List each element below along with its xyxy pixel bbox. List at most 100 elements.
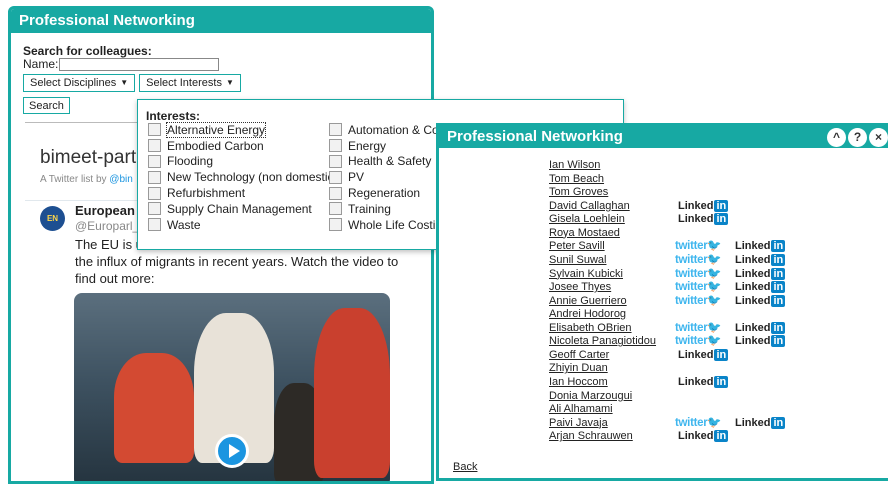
- linkedin-in-badge: in: [714, 348, 729, 361]
- twitter-wordmark: twitter: [675, 416, 708, 429]
- linkedin-icon[interactable]: Linked in: [678, 348, 729, 362]
- linkedin-icon[interactable]: Linked in: [735, 321, 786, 335]
- interest-option[interactable]: Embodied Carbon: [148, 138, 338, 154]
- person-name-link[interactable]: Arjan Schrauwen: [549, 430, 633, 443]
- person-name-link[interactable]: Josee Thyes: [549, 281, 611, 294]
- linkedin-icon[interactable]: Linked in: [678, 430, 729, 443]
- interest-option[interactable]: New Technology (non domestic): [148, 169, 338, 185]
- select-interests-dropdown[interactable]: Select Interests ▼: [139, 74, 241, 92]
- checkbox[interactable]: [148, 123, 161, 137]
- person-name-link[interactable]: Peter Savill: [549, 240, 605, 253]
- twitter-icon[interactable]: twitter🐦: [675, 281, 722, 294]
- twitter-icon[interactable]: twitter🐦: [675, 253, 722, 267]
- checkbox[interactable]: [329, 123, 342, 137]
- linkedin-in-badge: in: [714, 213, 729, 226]
- close-icon[interactable]: ×: [869, 128, 888, 147]
- interest-option[interactable]: Health & Safety: [329, 154, 442, 170]
- interest-label: Alternative Energy: [165, 121, 267, 138]
- byline-prefix: A Twitter list by: [40, 174, 110, 185]
- person-name-link[interactable]: Sunil Suwal: [549, 254, 606, 267]
- tweet-author-handle[interactable]: @Europarl_: [75, 219, 139, 233]
- select-disciplines-dropdown[interactable]: Select Disciplines ▼: [23, 74, 136, 92]
- linkedin-icon[interactable]: Linked in: [735, 240, 786, 253]
- checkbox[interactable]: [148, 154, 161, 168]
- help-icon[interactable]: ?: [848, 128, 867, 147]
- linkedin-icon[interactable]: Linked in: [678, 376, 729, 389]
- checkbox[interactable]: [148, 218, 161, 232]
- checkbox[interactable]: [329, 170, 342, 184]
- interest-option[interactable]: Flooding: [148, 154, 338, 170]
- person-name-link[interactable]: Ali Alhamami: [549, 403, 613, 416]
- interest-label: Supply Chain Management: [167, 201, 312, 216]
- twitter-icon[interactable]: twitter🐦: [675, 322, 722, 335]
- tweet-video-thumbnail[interactable]: [74, 293, 390, 481]
- linkedin-icon[interactable]: Linked in: [735, 294, 786, 308]
- tweet-author-avatar[interactable]: EN: [40, 206, 65, 231]
- checkbox[interactable]: [329, 202, 342, 216]
- twitter-list-title[interactable]: bimeet-partr: [40, 147, 142, 169]
- person-name-link[interactable]: Roya Mostaed: [549, 227, 620, 240]
- widget-controls: ^ ? ×: [827, 128, 888, 147]
- twitter-icon[interactable]: twitter🐦: [675, 268, 722, 281]
- checkbox[interactable]: [329, 154, 342, 168]
- linkedin-icon[interactable]: Linked in: [735, 281, 786, 294]
- collapse-icon[interactable]: ^: [827, 128, 846, 147]
- person-name-link[interactable]: Geoff Carter: [549, 349, 609, 362]
- person-name-link[interactable]: Andrei Hodorog: [549, 308, 626, 321]
- person-name-link[interactable]: Tom Groves: [549, 186, 608, 199]
- interest-option[interactable]: Training: [329, 201, 442, 217]
- checkbox[interactable]: [148, 170, 161, 184]
- interest-option[interactable]: Regeneration: [329, 185, 442, 201]
- interest-option[interactable]: Whole Life Costin: [329, 217, 442, 233]
- checkbox[interactable]: [148, 139, 161, 153]
- linkedin-icon[interactable]: Linked in: [735, 335, 786, 348]
- twitter-bird-icon: 🐦: [707, 416, 722, 429]
- interest-option[interactable]: Automation & Co: [329, 122, 442, 138]
- person-name-link[interactable]: Ian Wilson: [549, 159, 600, 172]
- play-icon[interactable]: [215, 434, 249, 468]
- person-name-link[interactable]: Zhiyin Duan: [549, 362, 608, 375]
- linkedin-icon[interactable]: Linked in: [678, 213, 729, 226]
- interest-option[interactable]: Waste: [148, 217, 338, 233]
- twitter-icon[interactable]: twitter🐦: [675, 335, 722, 348]
- person-row: Geoff Carter Linked in: [549, 348, 888, 363]
- linkedin-icon[interactable]: Linked in: [735, 267, 786, 281]
- person-name-link[interactable]: Gisela Loehlein: [549, 213, 625, 226]
- person-name-link[interactable]: Paivi Javaja: [549, 417, 608, 430]
- twitter-icon[interactable]: twitter🐦: [675, 295, 722, 308]
- linkedin-in-badge: in: [771, 240, 786, 253]
- person-name-link[interactable]: Tom Beach: [549, 173, 604, 186]
- checkbox[interactable]: [329, 139, 342, 153]
- interest-option[interactable]: PV: [329, 169, 442, 185]
- linkedin-icon[interactable]: Linked in: [735, 253, 786, 267]
- person-row: Sylvain Kubicki twitter🐦 Linked in: [549, 267, 888, 282]
- checkbox[interactable]: [329, 186, 342, 200]
- twitter-icon[interactable]: twitter🐦: [675, 416, 722, 430]
- person-name-link[interactable]: Elisabeth OBrien: [549, 322, 632, 335]
- interest-option[interactable]: Alternative Energy: [148, 121, 338, 138]
- interest-label: Automation & Co: [348, 122, 439, 137]
- byline-handle-link[interactable]: @bin: [109, 174, 133, 185]
- person-name-link[interactable]: Ian Hoccom: [549, 376, 608, 389]
- name-input[interactable]: [59, 58, 220, 71]
- person-row: Ian Wilson: [549, 159, 888, 173]
- linkedin-icon[interactable]: Linked in: [678, 199, 729, 213]
- interest-option[interactable]: Refurbishment: [148, 185, 338, 201]
- checkbox[interactable]: [329, 218, 342, 232]
- person-name-link[interactable]: Nicoleta Panagiotidou: [549, 335, 656, 348]
- interest-label: Waste: [167, 217, 201, 232]
- interest-option[interactable]: Energy: [329, 138, 442, 154]
- search-button[interactable]: Search: [23, 97, 70, 114]
- interest-option[interactable]: Supply Chain Management: [148, 201, 338, 217]
- person-name-link[interactable]: Donia Marzougui: [549, 390, 632, 403]
- widget-title-bar: Professional Networking ^ ? ×: [439, 126, 888, 148]
- person-name-link[interactable]: Annie Guerriero: [549, 295, 627, 308]
- checkbox[interactable]: [148, 186, 161, 200]
- twitter-icon[interactable]: twitter🐦: [675, 240, 722, 253]
- person-name-link[interactable]: Sylvain Kubicki: [549, 268, 623, 281]
- person-name-link[interactable]: David Callaghan: [549, 200, 630, 213]
- checkbox[interactable]: [148, 202, 161, 216]
- twitter-bird-icon: 🐦: [707, 253, 722, 266]
- back-link[interactable]: Back: [453, 461, 477, 473]
- linkedin-icon[interactable]: Linked in: [735, 416, 786, 430]
